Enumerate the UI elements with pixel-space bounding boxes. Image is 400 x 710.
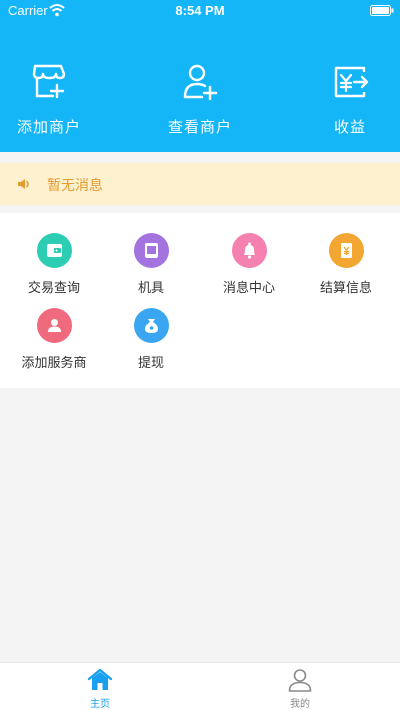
notice-bar[interactable]: 暂无消息 — [0, 163, 400, 205]
add-user-icon — [183, 64, 218, 101]
add-merchant-label: 添加商户 — [16, 118, 81, 136]
wallet-icon — [36, 233, 72, 268]
withdraw-label: 提现 — [137, 356, 164, 371]
transaction-query-item[interactable]: 交易查询 — [4, 233, 104, 296]
person-icon — [36, 308, 72, 343]
settlement-info-label: 结算信息 — [319, 281, 372, 296]
notice-text: 暂无消息 — [47, 178, 103, 194]
device-item[interactable]: 机具 — [101, 233, 201, 296]
device-label: 机具 — [137, 281, 164, 296]
tab-profile-label: 我的 — [290, 699, 310, 710]
device-icon — [133, 233, 169, 268]
add-provider-item[interactable]: 添加服务商 — [4, 308, 104, 371]
withdraw-item[interactable]: 提现 — [101, 308, 201, 371]
tab-home[interactable]: 主页 — [60, 667, 140, 710]
tab-profile[interactable]: 我的 — [260, 667, 340, 710]
view-merchant-button[interactable]: 查看商户 — [145, 62, 255, 137]
earnings-button[interactable]: 收益 — [295, 62, 400, 137]
settlement-info-item[interactable]: 结算信息 — [296, 233, 396, 296]
settlement-yuan-icon — [328, 233, 364, 268]
quick-actions: 添加商户 查看商户 收益 — [0, 62, 400, 142]
tab-bar: 主页 我的 — [0, 662, 400, 710]
status-time: 8:54 PM — [175, 3, 225, 18]
status-bar: Carrier 8:54 PM — [0, 0, 400, 22]
yuan-exchange-icon — [334, 66, 369, 98]
view-merchant-label: 查看商户 — [167, 118, 232, 136]
earnings-label: 收益 — [333, 118, 366, 136]
profile-icon — [288, 669, 312, 692]
add-store-icon — [32, 64, 66, 99]
money-bag-icon — [133, 308, 169, 343]
battery-icon — [370, 5, 394, 16]
tab-home-label: 主页 — [90, 699, 110, 710]
transaction-query-label: 交易查询 — [27, 281, 80, 296]
speaker-icon — [18, 179, 29, 189]
add-merchant-button[interactable]: 添加商户 — [0, 62, 104, 137]
bell-icon — [231, 233, 267, 268]
home-icon — [87, 668, 113, 690]
message-center-label: 消息中心 — [222, 281, 275, 296]
function-menu: 交易查询 机具 消息中心 结算信息 添加服务商 提现 — [0, 213, 400, 388]
header: Carrier 8:54 PM 添加商户 查看商户 收益 — [0, 0, 400, 152]
message-center-item[interactable]: 消息中心 — [199, 233, 299, 296]
add-provider-label: 添加服务商 — [21, 356, 87, 371]
